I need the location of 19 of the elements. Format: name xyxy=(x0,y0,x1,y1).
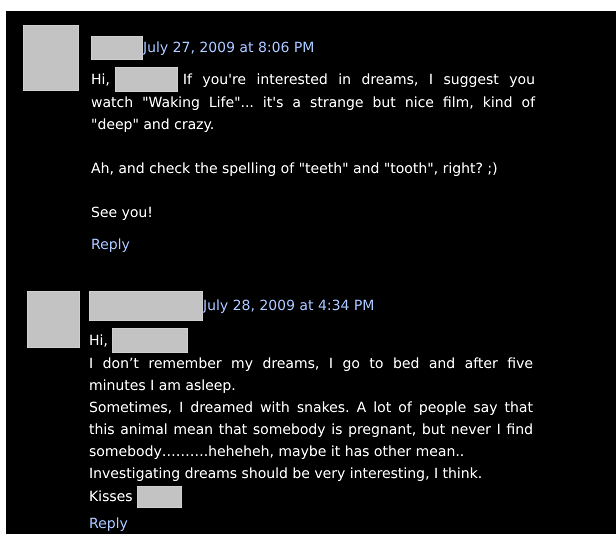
redacted-name xyxy=(114,67,178,92)
redacted-name xyxy=(136,486,182,508)
comment-date-link[interactable]: July 28, 2009 at 4:34 PM xyxy=(203,298,374,314)
comment-text: Hi, xyxy=(89,332,108,350)
redacted-name xyxy=(91,36,143,60)
comment-text: Sometimes, I dreamed with snakes. A lot of people say that this animal mean that somebody is pregnant, but never I find somebody……….heheheh, maybe it has other mean.. xyxy=(89,399,533,462)
comment-text: Investigating dreams should be very interesting, I think. xyxy=(89,465,484,484)
comment-text: Ah, and check the spelling of "teeth" and "tooth", right? ;) xyxy=(91,160,499,179)
reply-link[interactable]: Reply xyxy=(89,515,128,533)
comment-date-link[interactable]: July 27, 2009 at 8:06 PM xyxy=(143,40,314,56)
comment-text: watch "Waking Life"... it's a strange but nice film, kind of "deep" and crazy. xyxy=(91,94,535,135)
comment-text: I don’t remember my dreams, I go to bed and after five minutes I am asleep. xyxy=(89,355,533,396)
redacted-avatar xyxy=(23,25,79,91)
comment-text: Hi, xyxy=(91,70,110,90)
comment-text: See you! xyxy=(91,204,154,223)
redacted-avatar xyxy=(27,291,80,348)
reply-link[interactable]: Reply xyxy=(91,234,130,256)
comment-text: Kisses xyxy=(89,488,133,507)
comment-text: If you're interested in dreams, I suggest you xyxy=(182,70,535,90)
